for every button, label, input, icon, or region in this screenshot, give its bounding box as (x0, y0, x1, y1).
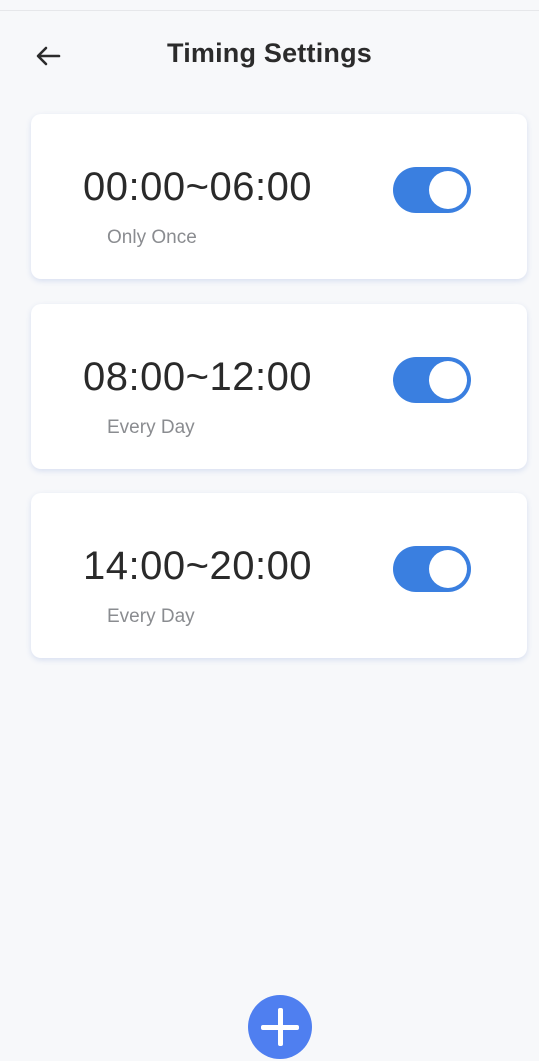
schedule-card[interactable]: 00:00~06:00 Only Once (31, 114, 527, 279)
schedule-time-range: 08:00~12:00 (83, 355, 313, 399)
toggle-knob (429, 361, 467, 399)
header: Timing Settings (0, 28, 539, 84)
top-divider (0, 10, 539, 11)
schedule-repeat: Only Once (107, 227, 197, 248)
schedule-toggle[interactable] (393, 357, 471, 403)
schedule-time-range: 14:00~20:00 (83, 544, 313, 588)
schedule-card[interactable]: 08:00~12:00 Every Day (31, 304, 527, 469)
schedule-toggle[interactable] (393, 546, 471, 592)
schedule-card[interactable]: 14:00~20:00 Every Day (31, 493, 527, 658)
page-title: Timing Settings (166, 38, 372, 68)
schedule-repeat: Every Day (107, 417, 195, 438)
toggle-knob (429, 550, 467, 588)
schedule-toggle[interactable] (393, 167, 471, 213)
toggle-knob (429, 171, 467, 209)
schedule-repeat: Every Day (107, 606, 195, 627)
schedule-time-range: 00:00~06:00 (83, 165, 313, 209)
add-schedule-button[interactable] (248, 995, 312, 1059)
